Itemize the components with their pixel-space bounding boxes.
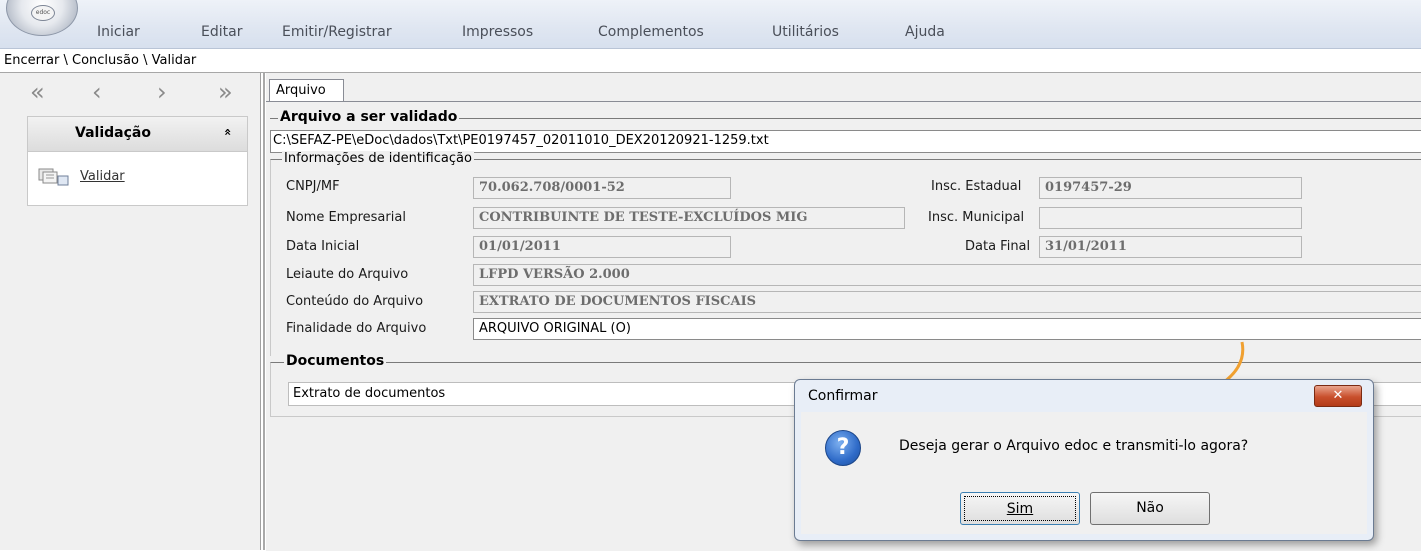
cnpj-field: 70.062.708/0001-52 bbox=[473, 177, 731, 199]
no-button-label: Não bbox=[1136, 500, 1164, 516]
last-arrow-icon[interactable]: » bbox=[218, 79, 233, 105]
conteudo-label: Conteúdo do Arquivo bbox=[286, 294, 424, 309]
tab-arquivo-label: Arquivo bbox=[276, 83, 326, 98]
data-final-field: 31/01/2011 bbox=[1039, 236, 1302, 258]
menu-ajuda[interactable]: Ajuda bbox=[905, 24, 945, 40]
no-button[interactable]: Não bbox=[1090, 492, 1210, 525]
dialog-body: ? Deseja gerar o Arquivo edoc e transmit… bbox=[801, 412, 1367, 534]
finalidade-field[interactable]: ARQUIVO ORIGINAL (O) bbox=[473, 318, 1421, 340]
documents-list-item[interactable]: Extrato de documentos bbox=[293, 386, 445, 401]
prev-arrow-icon[interactable]: ‹ bbox=[92, 79, 102, 105]
nome-label: Nome Empresarial bbox=[286, 210, 406, 225]
nav-arrows: « ‹ › » bbox=[0, 79, 260, 107]
menu-iniciar[interactable]: Iniciar bbox=[97, 24, 201, 40]
menu-editar[interactable]: Editar bbox=[201, 24, 282, 40]
conteudo-field: EXTRATO DE DOCUMENTOS FISCAIS bbox=[473, 291, 1421, 313]
yes-button-label: Sim bbox=[1006, 501, 1034, 517]
cnpj-label: CNPJ/MF bbox=[286, 179, 340, 194]
dialog-message: Deseja gerar o Arquivo edoc e transmiti-… bbox=[899, 438, 1249, 454]
menu-complementos[interactable]: Complementos bbox=[598, 24, 772, 40]
data-final-label: Data Final bbox=[965, 239, 1031, 254]
left-pane: « ‹ › » Validação « Validar bbox=[0, 73, 261, 550]
im-field bbox=[1039, 207, 1302, 229]
ie-field: 0197457-29 bbox=[1039, 177, 1302, 199]
splitter[interactable] bbox=[263, 73, 265, 550]
first-arrow-icon[interactable]: « bbox=[30, 79, 45, 105]
ie-value: 0197457-29 bbox=[1045, 180, 1132, 195]
validate-docs-icon bbox=[38, 168, 69, 186]
yes-button[interactable]: Sim bbox=[960, 492, 1080, 525]
data-inicial-value: 01/01/2011 bbox=[479, 239, 561, 254]
file-path-value: C:\SEFAZ-PE\eDoc\dados\Txt\PE0197457_020… bbox=[273, 133, 769, 148]
validar-label-text: Validar bbox=[80, 169, 125, 184]
menu-emitir-registrar[interactable]: Emitir/Registrar bbox=[282, 24, 462, 40]
breadcrumb-text: Encerrar \ Conclusão \ Validar bbox=[4, 53, 197, 68]
file-section-legend: Arquivo a ser validado bbox=[278, 109, 460, 125]
ie-label: Insc. Estadual bbox=[931, 179, 1022, 194]
confirm-dialog: Confirmar ✕ ? Deseja gerar o Arquivo edo… bbox=[794, 379, 1374, 541]
validation-panel: Validação « Validar bbox=[27, 116, 248, 206]
dialog-close-button[interactable]: ✕ bbox=[1314, 385, 1362, 407]
close-icon: ✕ bbox=[1332, 388, 1344, 403]
nome-value: CONTRIBUINTE DE TESTE-EXCLUÍDOS MIG bbox=[479, 210, 808, 225]
file-path-field[interactable]: C:\SEFAZ-PE\eDoc\dados\Txt\PE0197457_020… bbox=[270, 130, 1421, 153]
yes-button-focus: Sim bbox=[964, 496, 1076, 521]
leiaute-field: LFPD VERSÃO 2.000 bbox=[473, 264, 1421, 286]
menu-bar: edoc Iniciar Editar Emitir/Registrar Imp… bbox=[0, 0, 1421, 49]
data-inicial-field: 01/01/2011 bbox=[473, 236, 731, 258]
finalidade-label: Finalidade do Arquivo bbox=[286, 321, 427, 336]
menu-items: Iniciar Editar Emitir/Registrar Impresso… bbox=[97, 24, 945, 40]
dialog-titlebar[interactable]: Confirmar ✕ bbox=[795, 380, 1373, 412]
validation-panel-title: Validação bbox=[75, 125, 151, 141]
im-label: Insc. Municipal bbox=[928, 210, 1025, 225]
data-final-value: 31/01/2011 bbox=[1045, 239, 1127, 254]
menu-impressos[interactable]: Impressos bbox=[462, 24, 598, 40]
leiaute-label: Leiaute do Arquivo bbox=[286, 267, 409, 282]
dialog-title: Confirmar bbox=[808, 388, 878, 404]
tab-arquivo[interactable]: Arquivo bbox=[269, 79, 344, 102]
nome-field: CONTRIBUINTE DE TESTE-EXCLUÍDOS MIG bbox=[473, 207, 905, 229]
documents-legend: Documentos bbox=[284, 353, 387, 369]
validation-panel-header[interactable]: Validação « bbox=[28, 117, 247, 152]
finalidade-value: ARQUIVO ORIGINAL (O) bbox=[479, 321, 631, 336]
question-icon: ? bbox=[825, 430, 861, 466]
breadcrumb: Encerrar \ Conclusão \ Validar bbox=[0, 50, 1421, 73]
leiaute-value: LFPD VERSÃO 2.000 bbox=[479, 267, 630, 282]
app-orb-button[interactable]: edoc bbox=[6, 0, 78, 36]
identification-legend: Informações de identificação bbox=[282, 151, 474, 166]
cnpj-value: 70.062.708/0001-52 bbox=[479, 180, 625, 195]
conteudo-value: EXTRATO DE DOCUMENTOS FISCAIS bbox=[479, 294, 757, 309]
next-arrow-icon[interactable]: › bbox=[157, 79, 167, 105]
validar-label: Validar bbox=[80, 169, 125, 184]
menu-utilitarios[interactable]: Utilitários bbox=[772, 24, 905, 40]
data-inicial-label: Data Inicial bbox=[286, 239, 360, 254]
edoc-logo-icon: edoc bbox=[31, 5, 55, 21]
collapse-chevron-icon[interactable]: « bbox=[221, 128, 235, 136]
